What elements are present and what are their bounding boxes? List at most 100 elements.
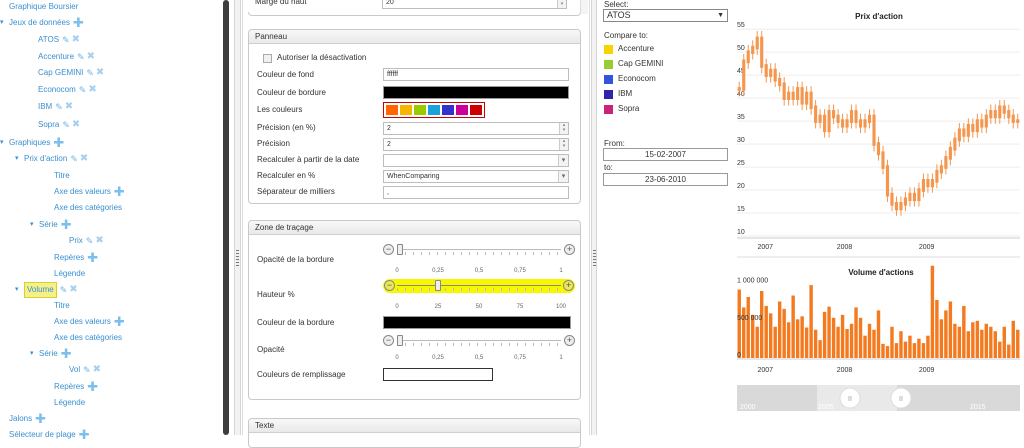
add-icon[interactable]: ✚ <box>87 380 98 393</box>
compare-item[interactable]: Cap GEMINI <box>604 58 663 70</box>
chevron-down-icon[interactable]: ▾ <box>15 152 24 166</box>
plus-icon[interactable]: + <box>564 244 575 255</box>
compare-item[interactable]: Sopra <box>604 103 639 115</box>
compare-item[interactable]: Accenture <box>604 43 654 55</box>
minus-icon[interactable]: − <box>383 335 394 346</box>
pencil-icon[interactable]: ✎ <box>55 100 63 114</box>
delete-icon[interactable]: ✖ <box>65 100 73 114</box>
add-icon[interactable]: ✚ <box>114 315 125 328</box>
plus-icon[interactable]: + <box>563 280 574 291</box>
tree-item[interactable]: ▾ Jeux de données ✚ <box>0 16 84 30</box>
texte-header[interactable]: Texte <box>249 419 580 433</box>
tree-item-label[interactable]: Jalons <box>9 412 32 426</box>
tree-item-label[interactable]: Prix <box>69 234 83 248</box>
tree-item[interactable]: Légende <box>54 267 85 281</box>
pencil-icon[interactable]: ✎ <box>77 50 85 64</box>
palette-swatch[interactable] <box>470 105 482 115</box>
zone-header[interactable]: Zone de traçage <box>249 221 580 235</box>
tree-item[interactable]: Légende <box>54 396 85 410</box>
tree-item[interactable]: Repères ✚ <box>54 380 98 394</box>
palette-editor[interactable] <box>383 102 485 118</box>
delete-icon[interactable]: ✖ <box>96 66 104 80</box>
delete-icon[interactable]: ✖ <box>87 50 95 64</box>
tree-item-label[interactable]: Légende <box>54 396 85 410</box>
tree-item-label[interactable]: Econocom <box>38 83 76 97</box>
tree-item[interactable]: Sopra ✎ ✖ <box>38 118 80 132</box>
delete-icon[interactable]: ✖ <box>95 234 103 248</box>
plus-icon[interactable]: + <box>564 335 575 346</box>
tree-item-label[interactable]: Repères <box>54 251 84 265</box>
tree-item-label[interactable]: Vol <box>69 363 80 377</box>
precision-pct-input[interactable]: 2 <box>383 122 569 135</box>
tree-item-label[interactable]: Volume <box>24 282 57 298</box>
palette-swatch[interactable] <box>428 105 440 115</box>
add-icon[interactable]: ✚ <box>35 412 46 425</box>
precision-input[interactable]: 2 <box>383 138 569 151</box>
add-icon[interactable]: ✚ <box>61 218 72 231</box>
tree-item[interactable]: Accenture ✎ ✖ <box>38 50 95 64</box>
tree-item-label[interactable]: Axe des catégories <box>54 331 122 345</box>
slider-thumb[interactable] <box>435 280 441 291</box>
tree-item-label[interactable]: Graphiques <box>9 136 50 150</box>
tree-item-label[interactable]: Accenture <box>38 50 74 64</box>
tree-item[interactable]: ▾ Graphiques ✚ <box>0 136 64 150</box>
add-icon[interactable]: ✚ <box>61 347 72 360</box>
tree-item[interactable]: Titre <box>54 299 70 313</box>
tree-item[interactable]: Prix ✎ ✖ <box>69 234 104 248</box>
palette-swatch[interactable] <box>386 105 398 115</box>
from-date-input[interactable]: 15-02-2007 <box>603 148 728 161</box>
opacity-slider[interactable]: − + <box>383 334 575 348</box>
tree-item[interactable]: Sélecteur de plage ✚ <box>9 428 90 442</box>
tree-item[interactable]: Axe des valeurs ✚ <box>54 185 125 199</box>
compare-item[interactable]: IBM <box>604 88 632 100</box>
pencil-icon[interactable]: ✎ <box>79 83 87 97</box>
border-color-swatch[interactable] <box>383 86 569 99</box>
tree-scrollbar[interactable] <box>222 0 229 435</box>
tree-item[interactable]: Econocom ✎ ✖ <box>38 83 97 97</box>
tree-item-label[interactable]: Sopra <box>38 118 59 132</box>
add-icon[interactable]: ✚ <box>53 136 64 149</box>
tree-item[interactable]: Vol ✎ ✖ <box>69 363 101 377</box>
border-opacity-slider[interactable]: − + <box>383 243 575 257</box>
palette-swatch[interactable] <box>442 105 454 115</box>
tree-item[interactable]: Jalons ✚ <box>9 412 46 426</box>
delete-icon[interactable]: ✖ <box>69 283 77 297</box>
chevron-down-icon[interactable]: ▾ <box>0 16 9 30</box>
tree-item-label[interactable]: Jeux de données <box>9 16 70 30</box>
tree-item[interactable]: Titre <box>54 169 70 183</box>
delete-icon[interactable]: ✖ <box>72 118 80 132</box>
slider-thumb[interactable] <box>397 244 403 255</box>
tree-item-label[interactable]: Axe des valeurs <box>54 185 111 199</box>
tree-item[interactable]: Axe des catégories <box>54 331 122 345</box>
tree-item[interactable]: ▾ Série ✚ <box>30 347 72 361</box>
compare-item[interactable]: Econocom <box>604 73 656 85</box>
tree-item-label[interactable]: Série <box>39 218 58 232</box>
minus-icon[interactable]: − <box>383 244 394 255</box>
tree-item-label[interactable]: Graphique Boursier <box>9 0 78 14</box>
pencil-icon[interactable]: ✎ <box>70 152 78 166</box>
palette-swatch[interactable] <box>400 105 412 115</box>
tree-item-label[interactable]: Prix d'action <box>24 152 67 166</box>
add-icon[interactable]: ✚ <box>87 251 98 264</box>
tree-item[interactable]: Repères ✚ <box>54 251 98 265</box>
tree-item[interactable]: ▾ Volume ✎ ✖ <box>15 282 78 298</box>
thousands-input[interactable]: , <box>383 186 569 199</box>
panneau-header[interactable]: Panneau <box>249 30 580 44</box>
add-icon[interactable]: ✚ <box>79 428 90 441</box>
tree-item[interactable]: IBM ✎ ✖ <box>38 100 73 114</box>
chevron-down-icon[interactable]: ▾ <box>30 218 39 232</box>
zone-border-color-swatch[interactable] <box>383 316 571 329</box>
top-margin-input[interactable]: 20 <box>382 0 567 9</box>
delete-icon[interactable]: ✖ <box>80 152 88 166</box>
tree-item-label[interactable]: Légende <box>54 267 85 281</box>
bg-color-input[interactable]: ffffff <box>383 68 569 81</box>
props-scrollbar[interactable] <box>580 0 588 14</box>
tree-item-label[interactable]: Cap GEMINI <box>38 66 83 80</box>
fill-colors-swatch[interactable] <box>383 368 493 381</box>
tree-item-label[interactable]: ATOS <box>38 33 59 47</box>
tree-item[interactable]: Cap GEMINI ✎ ✖ <box>38 66 104 80</box>
add-icon[interactable]: ✚ <box>114 185 125 198</box>
tree-item-label[interactable]: Sélecteur de plage <box>9 428 76 442</box>
minus-icon[interactable]: − <box>384 280 395 291</box>
tree-item-label[interactable]: IBM <box>38 100 52 114</box>
